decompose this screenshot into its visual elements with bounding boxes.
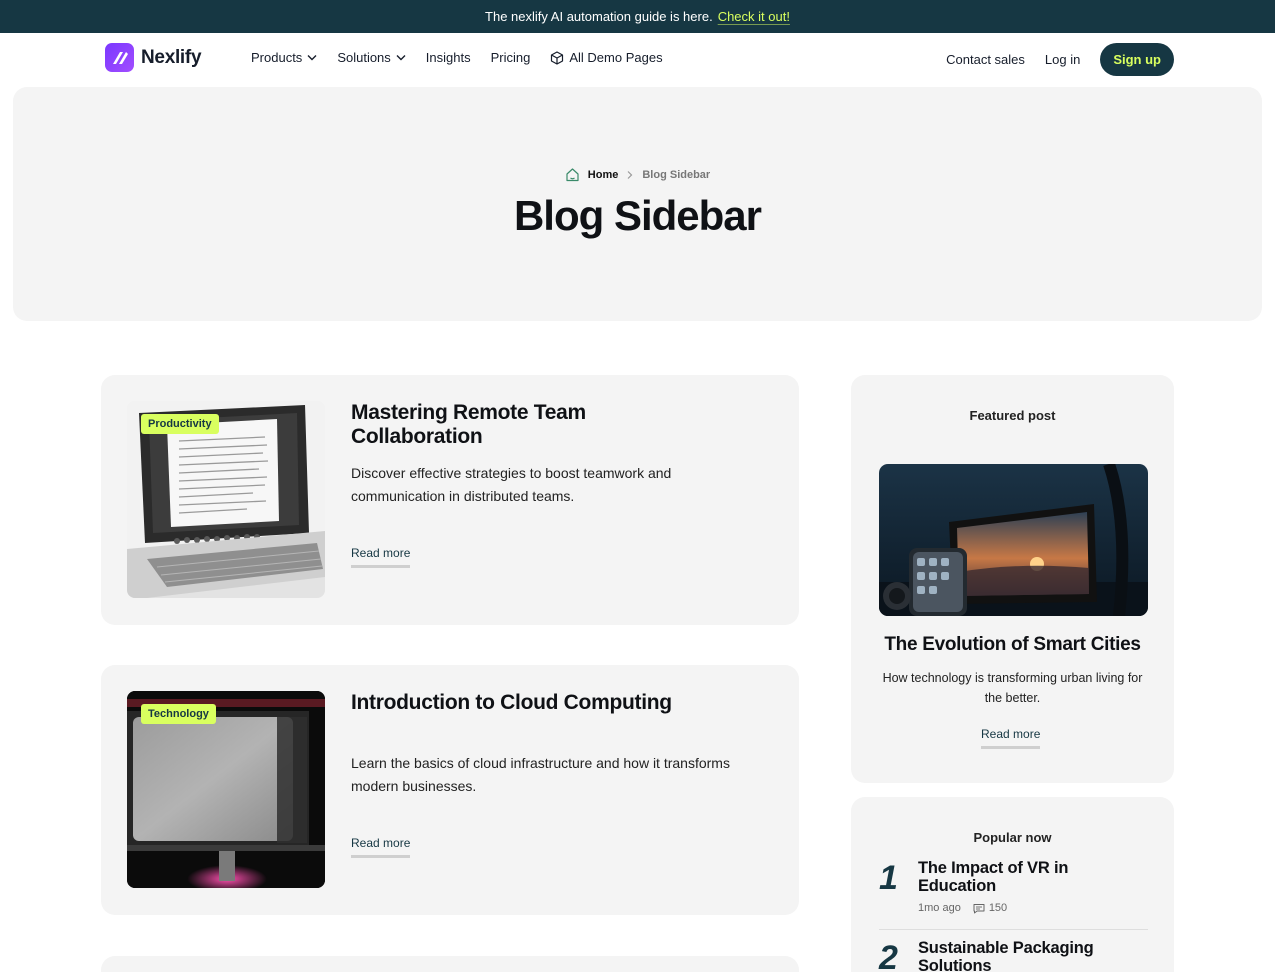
menu-item-all-demo-pages[interactable]: All Demo Pages — [550, 50, 663, 65]
popular-post-meta: 1mo ago 150 — [918, 902, 1007, 914]
read-more-link[interactable]: Read more — [351, 836, 411, 858]
desk-image — [879, 464, 1148, 616]
popular-post-item[interactable]: 1 The Impact of VR in Education 1mo ago … — [879, 859, 1148, 919]
category-tag[interactable]: Productivity — [141, 414, 219, 434]
featured-post-description: How technology is transforming urban liv… — [882, 671, 1143, 705]
popular-posts-widget: Popular now 1 The Impact of VR in Educat… — [851, 797, 1174, 972]
read-more-link[interactable]: Read more — [351, 546, 411, 568]
announcement-text: The nexlify AI automation guide is here. — [485, 9, 713, 24]
read-more-link[interactable]: Read more — [981, 727, 1041, 749]
comment-count-value: 150 — [988, 902, 1008, 914]
menu-item-label: Products — [251, 50, 303, 65]
popular-post-rank: 1 — [879, 859, 898, 897]
signup-button[interactable]: Sign up — [1100, 43, 1174, 76]
divider — [879, 929, 1148, 930]
post-title[interactable]: Introduction to Cloud Computing — [351, 691, 681, 715]
popular-post-title[interactable]: The Impact of VR in Education — [918, 859, 1138, 895]
popular-post-item[interactable]: 2 Sustainable Packaging Solutions — [879, 939, 1148, 972]
blog-post-card[interactable] — [101, 956, 799, 972]
featured-post-image[interactable] — [879, 464, 1148, 616]
widget-heading: Featured post — [969, 408, 1056, 423]
nav-actions: Contact sales Log in Sign up — [946, 43, 1174, 76]
menu-item-label: Solutions — [337, 50, 391, 65]
login-link[interactable]: Log in — [1045, 52, 1080, 67]
main-menu: Products Solutions Insights Pricing All … — [251, 50, 663, 65]
menu-item-insights[interactable]: Insights — [426, 50, 471, 65]
navbar: Nexlify Products Solutions Insights Pric… — [0, 33, 1275, 87]
blog-post-card[interactable]: Productivity Mastering Remote Team Colla… — [101, 375, 799, 625]
post-title[interactable]: Mastering Remote Team Collaboration — [351, 401, 681, 449]
menu-item-label: Insights — [425, 50, 471, 65]
chevron-right-icon — [627, 170, 633, 179]
chevron-down-icon — [396, 55, 406, 61]
featured-post-widget: Featured post The Evolution of Smart Cit… — [851, 375, 1174, 783]
post-time: 1mo ago — [918, 902, 961, 914]
announcement-link[interactable]: Check it out! — [718, 9, 790, 24]
featured-post-title[interactable]: The Evolution of Smart Cities — [851, 634, 1174, 656]
logo-icon — [105, 43, 134, 72]
contact-sales-link[interactable]: Contact sales — [946, 52, 1025, 67]
post-description: Discover effective strategies to boost t… — [351, 465, 672, 504]
home-icon — [566, 168, 579, 182]
comment-count: 150 — [973, 902, 1007, 914]
page-hero: Home Blog Sidebar Blog Sidebar — [13, 87, 1262, 321]
chevron-down-icon — [307, 55, 317, 61]
post-thumbnail[interactable]: Productivity — [127, 401, 325, 598]
widget-heading: Popular now — [973, 830, 1052, 845]
breadcrumb-home[interactable]: Home — [588, 169, 619, 181]
menu-item-products[interactable]: Products — [251, 50, 317, 65]
popular-post-title[interactable]: Sustainable Packaging Solutions — [918, 939, 1138, 972]
post-description: Learn the basics of cloud infrastructure… — [351, 755, 730, 794]
announcement-bar: The nexlify AI automation guide is here.… — [0, 0, 1275, 33]
category-tag[interactable]: Technology — [141, 704, 216, 724]
post-thumbnail[interactable]: Technology — [127, 691, 325, 888]
brand-name: Nexlify — [141, 46, 202, 68]
menu-item-label: All Demo Pages — [569, 50, 663, 65]
cube-icon — [551, 50, 564, 65]
breadcrumb-current: Blog Sidebar — [642, 168, 711, 181]
menu-item-pricing[interactable]: Pricing — [491, 50, 531, 65]
popular-post-rank: 2 — [879, 939, 898, 972]
comment-icon — [973, 903, 985, 913]
logo[interactable]: Nexlify — [105, 43, 202, 72]
menu-item-solutions[interactable]: Solutions — [337, 50, 406, 65]
breadcrumb: Home Blog Sidebar — [13, 167, 1262, 182]
blog-post-card[interactable]: Technology Introduction to Cloud Computi… — [101, 665, 799, 915]
page-title: Blog Sidebar — [513, 192, 762, 239]
menu-item-label: Pricing — [490, 50, 531, 65]
